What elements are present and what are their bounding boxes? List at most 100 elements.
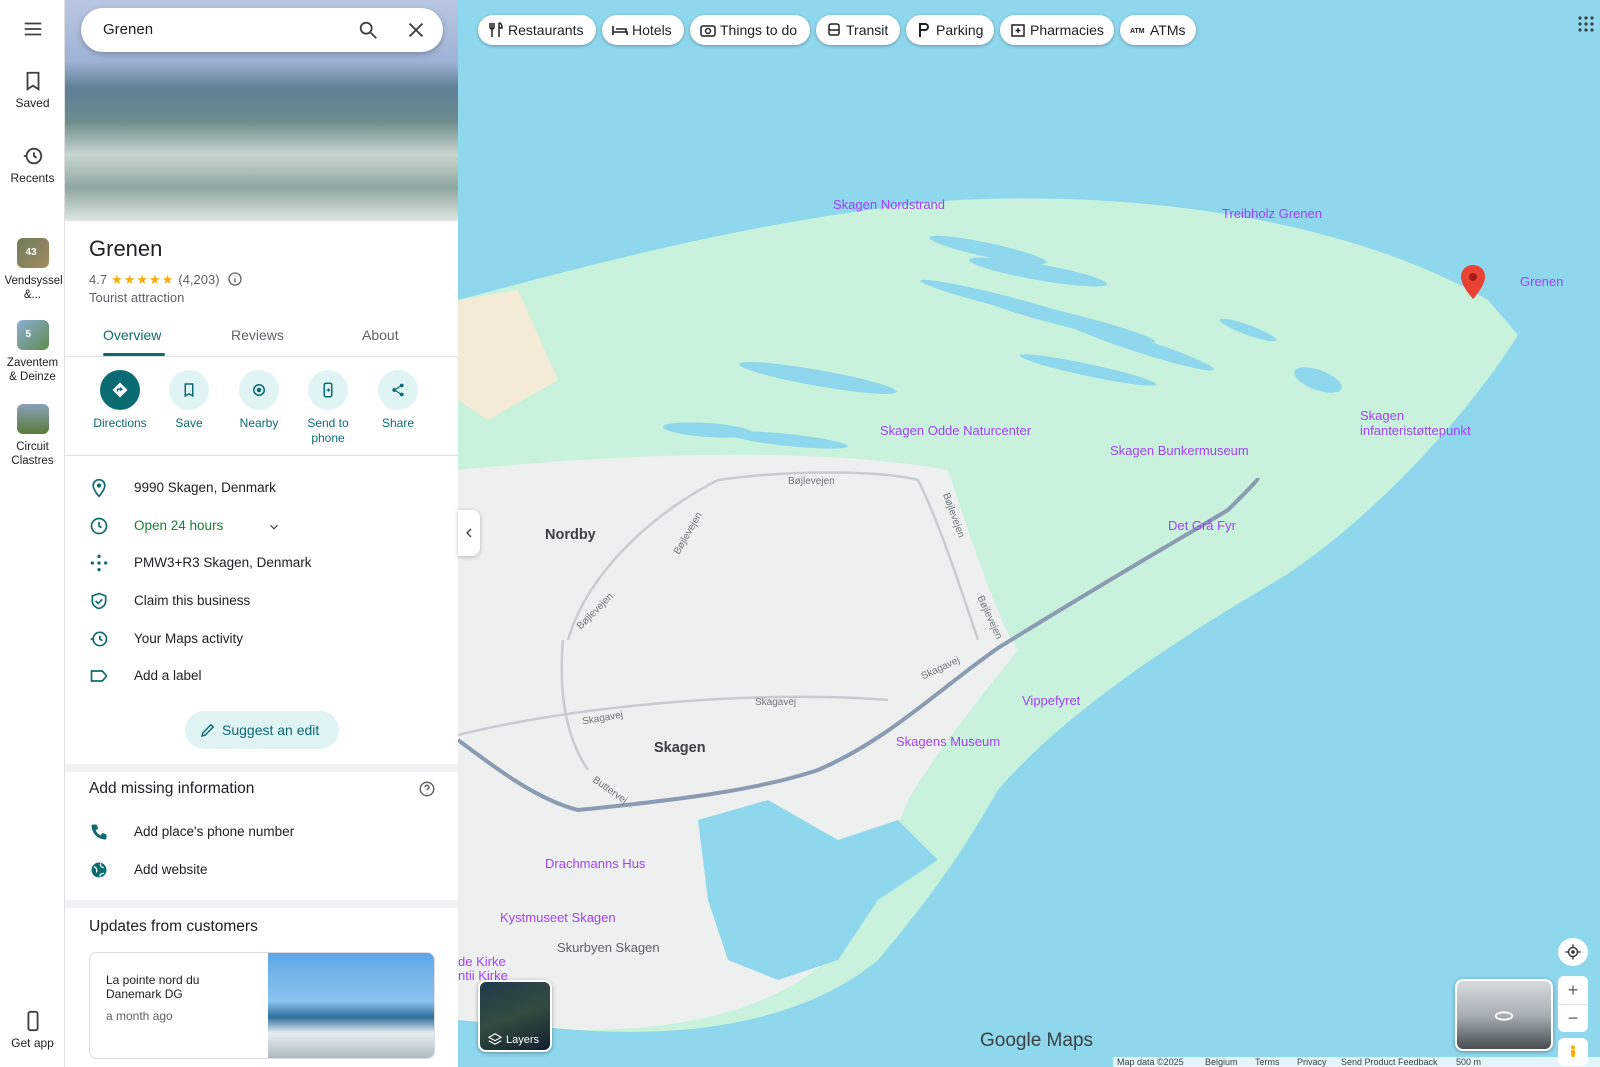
chip-atms[interactable]: ATM ATMs [1120, 15, 1196, 45]
nearby-button[interactable]: Nearby [224, 370, 294, 430]
terms-link[interactable]: Terms [1255, 1057, 1280, 1067]
save-button[interactable]: Save [154, 370, 224, 430]
chip-restaurants[interactable]: Restaurants [478, 15, 596, 45]
help-icon[interactable] [418, 780, 436, 798]
zoom-out-button[interactable]: − [1558, 1004, 1588, 1032]
add-website-row[interactable]: Add website [89, 858, 439, 882]
review-count[interactable]: (4,203) [178, 272, 219, 287]
my-location-button[interactable] [1558, 938, 1588, 966]
tab-overview[interactable]: Overview [103, 327, 161, 343]
get-app-button[interactable]: Get app [0, 1010, 65, 1050]
tab-about[interactable]: About [362, 327, 399, 343]
menu-button[interactable] [0, 18, 65, 44]
feedback-link[interactable]: Send Product Feedback [1341, 1057, 1438, 1067]
collapse-panel-button[interactable] [458, 510, 480, 556]
saved-button[interactable]: Saved [0, 70, 65, 110]
nearby-label: Nearby [239, 416, 279, 430]
map-label-infanteri[interactable]: Skagen infanteristøttepunkt [1360, 408, 1490, 438]
street-label: Skagavej [755, 697, 797, 708]
scale-text[interactable]: 500 m [1456, 1057, 1481, 1067]
recent-count: 43 [25, 247, 37, 258]
privacy-link[interactable]: Privacy [1297, 1057, 1327, 1067]
history-icon [90, 631, 108, 647]
chip-label: Restaurants [508, 22, 584, 38]
directions-label: Directions [93, 416, 147, 430]
map-label-kystmuseet[interactable]: Kystmuseet Skagen [500, 910, 616, 925]
send-to-phone-label: Send to phone [307, 416, 349, 445]
street-view-preview[interactable] [1455, 979, 1553, 1051]
search-box[interactable]: Grenen [81, 8, 443, 52]
map-label-grafyr[interactable]: Det Grå Fyr [1168, 518, 1236, 533]
recent-label: Circuit Clastres [11, 441, 54, 467]
map-controls: + − [1558, 938, 1588, 1066]
map-label-odde[interactable]: Skagen Odde Naturcenter [880, 423, 1031, 438]
plus-icon: + [1567, 979, 1579, 1000]
chip-hotels[interactable]: Hotels [602, 15, 684, 45]
info-icon[interactable] [227, 271, 243, 287]
close-icon[interactable] [405, 19, 427, 41]
chip-label: Hotels [632, 22, 672, 38]
claim-row[interactable]: Claim this business [89, 589, 439, 613]
side-rail: Saved Recents 43 Vendsyssel &... 5 Zaven… [0, 0, 65, 1067]
map-label-museum[interactable]: Skagens Museum [896, 734, 1000, 749]
label-row[interactable]: Add a label [89, 664, 439, 688]
plus-code-row[interactable]: PMW3+R3 Skagen, Denmark [89, 551, 439, 575]
camera-icon [700, 25, 716, 37]
layers-button[interactable]: Layers [478, 980, 552, 1052]
map-label-vippefyret[interactable]: Vippefyret [1022, 693, 1080, 708]
zoom-in-button[interactable]: + [1558, 976, 1588, 1004]
directions-button[interactable]: Directions [85, 370, 155, 430]
bookmark-icon [26, 71, 39, 91]
map-label-treibholz[interactable]: Treibholz Grenen [1222, 206, 1322, 221]
recents-button[interactable]: Recents [0, 145, 65, 185]
map-label-skurbyen[interactable]: Skurbyen Skagen [557, 940, 660, 955]
map-label-kirke[interactable]: de Kirke ntii Kirke [458, 955, 508, 983]
google-maps-logo: Google Maps [980, 1030, 1094, 1051]
update-card[interactable]: La pointe nord du Danemark DG a month ag… [89, 952, 435, 1059]
hours-row[interactable]: Open 24 hours [89, 514, 439, 538]
claim-text: Claim this business [134, 593, 251, 608]
map-label-bunker[interactable]: Skagen Bunkermuseum [1110, 443, 1249, 458]
update-card-photo[interactable] [268, 953, 434, 1058]
map-canvas[interactable] [458, 0, 1600, 1067]
map-label-grenen[interactable]: Grenen [1520, 274, 1563, 289]
tab-reviews[interactable]: Reviews [231, 327, 284, 343]
apps-grid-icon[interactable] [1578, 16, 1594, 32]
country-text[interactable]: Belgium [1205, 1057, 1238, 1067]
update-card-time: a month ago [106, 1009, 173, 1023]
chip-label: Pharmacies [1030, 22, 1104, 38]
place-category[interactable]: Tourist attraction [89, 290, 184, 305]
add-phone-row[interactable]: Add place's phone number [89, 820, 439, 844]
recent-thumbnail: 43 [16, 238, 49, 268]
phone-icon [27, 1010, 38, 1032]
map-label-nordstrand[interactable]: Skagen Nordstrand [833, 197, 945, 212]
share-button[interactable]: Share [363, 370, 433, 430]
recent-item[interactable]: Circuit Clastres [0, 404, 65, 468]
place-title: Grenen [89, 236, 163, 261]
rating-row[interactable]: 4.7 ★★★★★ (4,203) [89, 271, 243, 288]
bookmark-icon [184, 383, 194, 398]
address-row[interactable]: 9990 Skagen, Denmark [89, 476, 439, 500]
clock-icon [90, 517, 108, 535]
divider [65, 455, 458, 456]
chip-pharmacies[interactable]: Pharmacies [1000, 15, 1114, 45]
svg-text:ATM: ATM [1130, 28, 1145, 35]
recent-item[interactable]: 5 Zaventem & Deinze [0, 320, 65, 384]
suggest-edit-button[interactable]: Suggest an edit [185, 711, 339, 749]
search-icon[interactable] [357, 19, 379, 41]
send-to-phone-button[interactable]: Send to phone [293, 370, 363, 446]
chip-parking[interactable]: Parking [906, 15, 994, 45]
chip-transit[interactable]: Transit [816, 15, 900, 45]
chevron-down-icon[interactable] [267, 520, 281, 534]
menu-icon [24, 22, 41, 36]
section-divider [65, 764, 458, 772]
layers-icon [488, 1033, 502, 1045]
chip-things-to-do[interactable]: Things to do [690, 15, 810, 45]
recent-item[interactable]: 43 Vendsyssel &... [0, 238, 65, 302]
recent-thumbnail [16, 404, 49, 434]
pencil-icon [200, 723, 215, 738]
map-label-drachmann[interactable]: Drachmanns Hus [545, 856, 645, 871]
activity-row[interactable]: Your Maps activity [89, 627, 439, 651]
bed-icon [612, 26, 628, 35]
search-input[interactable]: Grenen [103, 21, 153, 38]
